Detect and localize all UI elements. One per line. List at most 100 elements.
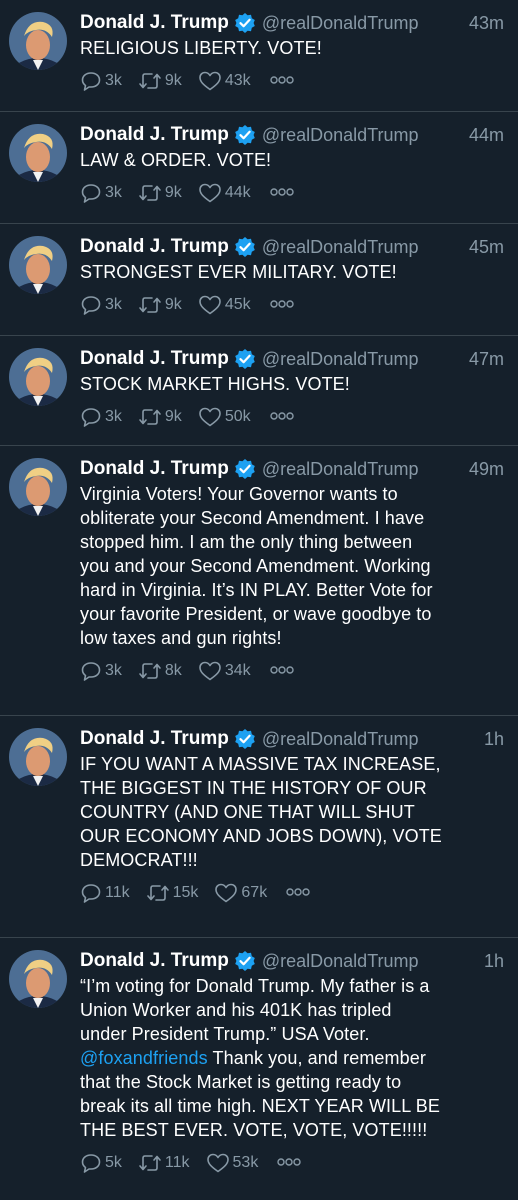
like-count: 50k xyxy=(224,408,251,425)
avatar[interactable] xyxy=(9,236,67,294)
reply-button[interactable]: 3k xyxy=(80,294,122,316)
retweet-icon xyxy=(138,182,162,204)
retweet-count: 11k xyxy=(164,1154,190,1171)
tweet-text-part: “I’m voting for Donald Trump. My father … xyxy=(80,976,430,1044)
heart-icon xyxy=(214,882,238,904)
tweet[interactable]: Donald J. Trump @realDonaldTrump 45m STR… xyxy=(0,224,518,336)
avatar[interactable] xyxy=(9,124,67,182)
author-handle[interactable]: @realDonaldTrump xyxy=(262,13,419,34)
tweet-text: IF YOU WANT A MASSIVE TAX INCREASE, THE … xyxy=(80,754,442,870)
like-button[interactable]: 43k xyxy=(198,70,251,92)
author-handle[interactable]: @realDonaldTrump xyxy=(262,349,419,370)
reply-button[interactable]: 3k xyxy=(80,70,122,92)
tweet-timestamp[interactable]: 44m xyxy=(469,125,504,146)
avatar[interactable] xyxy=(9,458,67,516)
author-handle[interactable]: @realDonaldTrump xyxy=(262,125,419,146)
retweet-button[interactable]: 9k xyxy=(138,406,182,428)
more-button[interactable] xyxy=(269,662,295,680)
reply-button[interactable]: 5k xyxy=(80,1152,122,1174)
author-name[interactable]: Donald J. Trump xyxy=(80,348,229,370)
more-button[interactable] xyxy=(269,296,295,314)
tweet-timestamp[interactable]: 43m xyxy=(469,13,504,34)
retweet-icon xyxy=(146,882,170,904)
tweet-actions: 3k 9k 50k xyxy=(80,400,504,434)
reply-icon xyxy=(80,660,102,682)
retweet-button[interactable]: 8k xyxy=(138,660,182,682)
tweet-actions: 11k 15k 67k xyxy=(80,876,504,910)
verified-badge-icon xyxy=(234,12,256,34)
avatar[interactable] xyxy=(9,348,67,406)
more-icon xyxy=(269,184,295,202)
like-button[interactable]: 44k xyxy=(198,182,251,204)
tweet-text: “I’m voting for Donald Trump. My father … xyxy=(80,974,504,1142)
like-count: 45k xyxy=(224,296,251,313)
retweet-button[interactable]: 9k xyxy=(138,182,182,204)
tweet[interactable]: Donald J. Trump @realDonaldTrump 47m STO… xyxy=(0,336,518,446)
heart-icon xyxy=(198,660,222,682)
author-name[interactable]: Donald J. Trump xyxy=(80,236,229,258)
more-icon xyxy=(276,1154,302,1172)
reply-count: 3k xyxy=(105,184,122,201)
reply-button[interactable]: 3k xyxy=(80,406,122,428)
retweet-count: 9k xyxy=(164,408,182,425)
reply-icon xyxy=(80,182,102,204)
like-count: 44k xyxy=(224,184,251,201)
like-button[interactable]: 53k xyxy=(206,1152,258,1174)
retweet-count: 9k xyxy=(164,184,182,201)
heart-icon xyxy=(198,294,222,316)
like-count: 43k xyxy=(224,72,251,89)
more-button[interactable] xyxy=(285,884,311,902)
author-handle[interactable]: @realDonaldTrump xyxy=(262,951,419,972)
retweet-button[interactable]: 9k xyxy=(138,294,182,316)
reply-button[interactable]: 3k xyxy=(80,660,122,682)
more-button[interactable] xyxy=(269,408,295,426)
tweet[interactable]: Donald J. Trump @realDonaldTrump 1h IF Y… xyxy=(0,716,518,938)
avatar[interactable] xyxy=(9,12,67,70)
more-icon xyxy=(269,72,295,90)
reply-icon xyxy=(80,70,102,92)
avatar[interactable] xyxy=(9,950,67,1008)
author-handle[interactable]: @realDonaldTrump xyxy=(262,459,419,480)
more-button[interactable] xyxy=(276,1154,302,1172)
tweet-timestamp[interactable]: 49m xyxy=(469,459,504,480)
like-button[interactable]: 50k xyxy=(198,406,251,428)
retweet-button[interactable]: 11k xyxy=(138,1152,190,1174)
author-name[interactable]: Donald J. Trump xyxy=(80,458,229,480)
tweet-actions: 3k 9k 43k xyxy=(80,64,504,98)
reply-icon xyxy=(80,406,102,428)
mention-link[interactable]: @foxandfriends xyxy=(80,1048,208,1068)
reply-button[interactable]: 11k xyxy=(80,882,130,904)
author-name[interactable]: Donald J. Trump xyxy=(80,124,229,146)
tweet-timestamp[interactable]: 1h xyxy=(484,729,504,750)
tweet-text: Virginia Voters! Your Governor wants to … xyxy=(80,484,433,648)
author-handle[interactable]: @realDonaldTrump xyxy=(262,729,419,750)
author-name[interactable]: Donald J. Trump xyxy=(80,12,229,34)
retweet-icon xyxy=(138,660,162,682)
tweet[interactable]: Donald J. Trump @realDonaldTrump 49m Vir… xyxy=(0,446,518,716)
more-button[interactable] xyxy=(269,72,295,90)
like-button[interactable]: 34k xyxy=(198,660,251,682)
retweet-button[interactable]: 9k xyxy=(138,70,182,92)
tweet[interactable]: Donald J. Trump @realDonaldTrump 44m LAW… xyxy=(0,112,518,224)
heart-icon xyxy=(198,406,222,428)
author-handle[interactable]: @realDonaldTrump xyxy=(262,237,419,258)
tweet-timestamp[interactable]: 1h xyxy=(484,951,504,972)
tweet-timestamp[interactable]: 47m xyxy=(469,349,504,370)
like-button[interactable]: 67k xyxy=(214,882,267,904)
like-button[interactable]: 45k xyxy=(198,294,251,316)
tweet-actions: 3k 9k 45k xyxy=(80,288,504,322)
avatar[interactable] xyxy=(9,728,67,786)
retweet-button[interactable]: 15k xyxy=(146,882,198,904)
retweet-icon xyxy=(138,294,162,316)
tweet[interactable]: Donald J. Trump @realDonaldTrump 43m REL… xyxy=(0,0,518,112)
more-button[interactable] xyxy=(269,184,295,202)
author-name[interactable]: Donald J. Trump xyxy=(80,728,229,750)
tweet[interactable]: Donald J. Trump @realDonaldTrump 1h “I’m… xyxy=(0,938,518,1200)
tweet-timestamp[interactable]: 45m xyxy=(469,237,504,258)
reply-button[interactable]: 3k xyxy=(80,182,122,204)
author-name[interactable]: Donald J. Trump xyxy=(80,950,229,972)
tweet-text: LAW & ORDER. VOTE! xyxy=(80,150,272,170)
more-icon xyxy=(269,662,295,680)
tweet-actions: 3k 8k 34k xyxy=(80,654,504,688)
verified-badge-icon xyxy=(234,236,256,258)
